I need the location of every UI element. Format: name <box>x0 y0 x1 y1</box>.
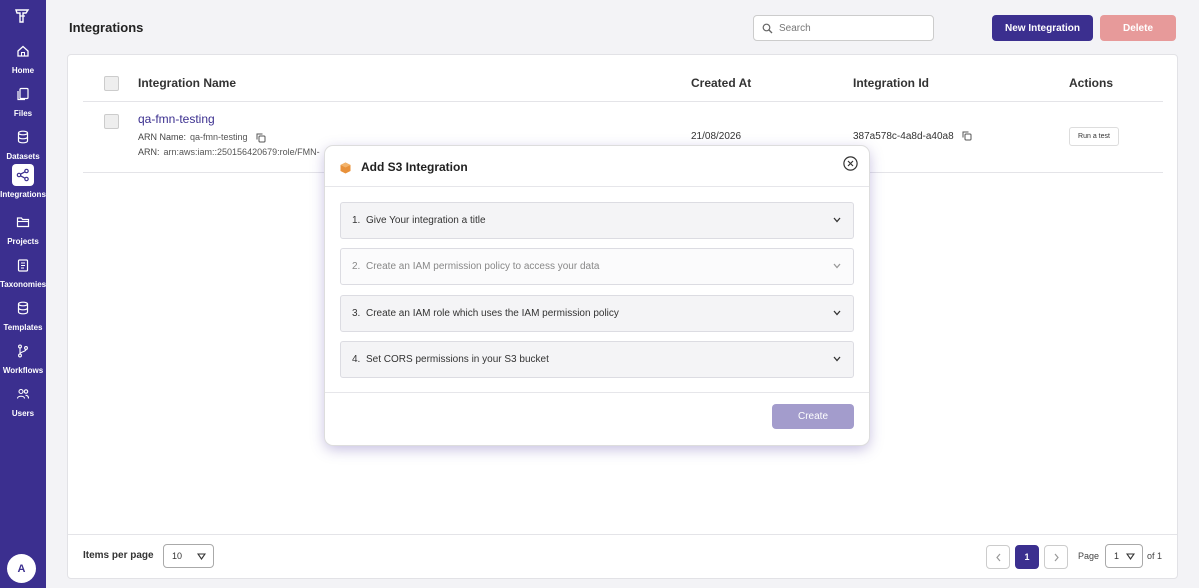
step-number: 1. <box>352 215 361 226</box>
modal-header-divider <box>325 186 869 187</box>
database-icon <box>17 301 29 315</box>
arn-name-line: ARN Name: qa-fmn-testing <box>138 132 266 143</box>
chevron-down-icon <box>833 263 841 269</box>
sidebar-item-label: Integrations <box>0 190 46 199</box>
sidebar-item-taxonomies[interactable]: Taxonomies <box>0 254 46 294</box>
sidebar-item-label: Home <box>11 66 35 75</box>
items-per-page-select[interactable]: 10 <box>163 544 214 568</box>
add-s3-integration-modal: Add S3 Integration 1. Give Your integrat… <box>325 146 869 445</box>
sidebar-item-label: Projects <box>7 237 39 246</box>
step-number: 2. <box>352 261 361 272</box>
new-integration-button[interactable]: New Integration <box>992 15 1093 41</box>
step-number: 3. <box>352 308 361 319</box>
sidebar-item-users[interactable]: Users <box>0 383 46 423</box>
sidebar-item-label: Templates <box>3 323 43 332</box>
search-input[interactable] <box>779 20 929 36</box>
column-header-integration-id: Integration Id <box>853 76 929 90</box>
s3-logo-icon <box>340 162 351 174</box>
chevron-down-icon <box>197 553 206 560</box>
step-accordion-4[interactable]: 4. Set CORS permissions in your S3 bucke… <box>340 341 854 378</box>
integration-id-cell: 387a578c-4a8d-a40a8 <box>853 131 972 142</box>
step-number: 4. <box>352 354 361 365</box>
row-checkbox[interactable] <box>104 114 119 129</box>
search-box[interactable] <box>753 15 934 41</box>
sidebar-item-files[interactable]: Files <box>0 83 46 123</box>
integration-id-value: 387a578c-4a8d-a40a8 <box>853 131 954 142</box>
home-icon <box>17 45 29 57</box>
header-divider <box>83 101 1163 102</box>
branch-icon <box>18 344 28 358</box>
search-icon <box>762 23 773 34</box>
arn-label: ARN: <box>138 147 160 157</box>
items-per-page-label: Items per page <box>83 550 154 561</box>
arn-line: ARN: arn:aws:iam::250156420679:role/FMN- <box>138 147 320 157</box>
clipboard-icon <box>17 259 29 272</box>
footer-divider <box>68 534 1177 535</box>
sidebar-item-label: Taxonomies <box>0 280 47 289</box>
page-button-current[interactable]: 1 <box>1015 545 1039 569</box>
step-accordion-2[interactable]: 2. Create an IAM permission policy to ac… <box>340 248 854 285</box>
create-button[interactable]: Create <box>772 404 854 429</box>
modal-title: Add S3 Integration <box>361 160 468 174</box>
database-icon <box>17 130 29 144</box>
step-accordion-1[interactable]: 1. Give Your integration a title <box>340 202 854 239</box>
copy-icon[interactable] <box>256 133 266 143</box>
arn-name-label: ARN Name: <box>138 132 187 142</box>
sidebar-item-label: Files <box>13 109 33 118</box>
sidebar-item-label: Datasets <box>6 152 40 161</box>
step-title: Create an IAM permission policy to acces… <box>366 261 600 272</box>
step-accordion-3[interactable]: 3. Create an IAM role which uses the IAM… <box>340 295 854 332</box>
arn-name-value: qa-fmn-testing <box>190 132 248 142</box>
step-title: Set CORS permissions in your S3 bucket <box>366 354 549 365</box>
modal-footer-divider <box>325 392 869 393</box>
sidebar-item-datasets[interactable]: Datasets <box>0 126 46 166</box>
step-title: Create an IAM role which uses the IAM pe… <box>366 308 619 319</box>
chevron-down-icon <box>833 310 841 316</box>
arn-value: arn:aws:iam::250156420679:role/FMN- <box>163 147 320 157</box>
chevron-right-icon <box>1054 553 1059 561</box>
files-icon <box>17 87 29 101</box>
app-logo-icon[interactable] <box>13 7 31 25</box>
column-header-created-at: Created At <box>691 76 752 90</box>
page-total: of 1 <box>1147 551 1163 561</box>
delete-button[interactable]: Delete <box>1100 15 1176 41</box>
avatar[interactable]: A <box>7 554 36 583</box>
chevron-down-icon <box>1126 553 1135 560</box>
sidebar-item-label: Users <box>11 409 35 418</box>
column-header-actions: Actions <box>1069 76 1114 90</box>
sidebar-item-projects[interactable]: Projects <box>0 211 46 251</box>
column-header-name: Integration Name <box>138 76 237 90</box>
page-label: Page <box>1078 551 1100 561</box>
chevron-down-icon <box>833 217 841 223</box>
sidebar-item-integrations[interactable]: Integrations <box>0 164 46 204</box>
page-title: Integrations <box>69 20 144 35</box>
page-select-value: 1 <box>1114 551 1120 561</box>
users-icon <box>16 388 30 399</box>
created-at-cell: 21/08/2026 <box>691 131 742 142</box>
run-test-button[interactable]: Run a test <box>1069 127 1119 146</box>
select-all-checkbox[interactable] <box>104 76 119 91</box>
sidebar-item-templates[interactable]: Templates <box>0 297 46 337</box>
sidebar-item-workflows[interactable]: Workflows <box>0 340 46 380</box>
next-page-button[interactable] <box>1044 545 1068 569</box>
close-icon[interactable] <box>843 156 858 171</box>
prev-page-button[interactable] <box>986 545 1010 569</box>
folder-icon <box>16 217 30 228</box>
copy-icon[interactable] <box>962 131 972 141</box>
chevron-down-icon <box>833 356 841 362</box>
step-title: Give Your integration a title <box>366 215 486 226</box>
items-per-page-value: 10 <box>172 551 183 561</box>
sidebar-item-label: Workflows <box>2 366 44 375</box>
page-select[interactable]: 1 <box>1105 544 1143 568</box>
chevron-left-icon <box>995 553 1000 561</box>
share-icon <box>16 168 29 182</box>
sidebar-item-home[interactable]: Home <box>0 40 46 80</box>
integration-name-link[interactable]: qa-fmn-testing <box>138 112 215 126</box>
sidebar: Home Files Datasets Integrations Project… <box>0 0 46 588</box>
